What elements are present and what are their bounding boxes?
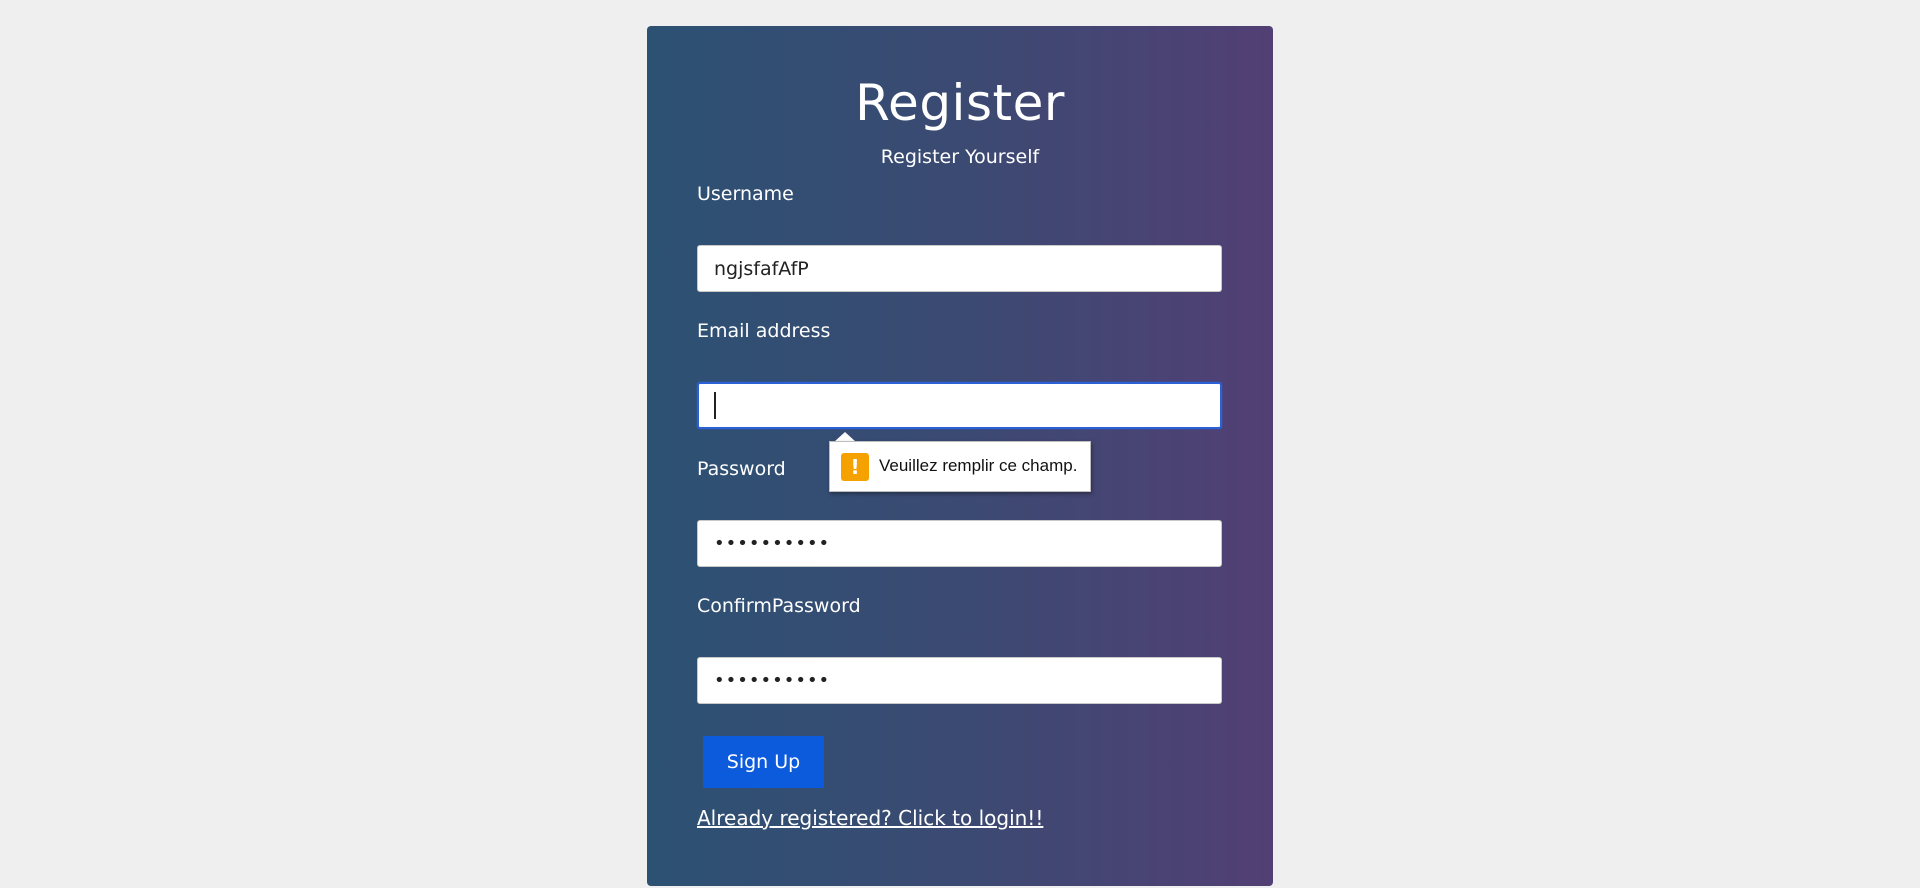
- email-input[interactable]: [697, 382, 1222, 429]
- validation-tooltip: ! Veuillez remplir ce champ.: [829, 441, 1091, 492]
- password-input[interactable]: [697, 520, 1222, 567]
- username-label: Username: [697, 183, 794, 205]
- page-subtitle: Register Yourself: [880, 146, 1040, 168]
- password-label: Password: [697, 458, 786, 480]
- login-link[interactable]: Already registered? Click to login!!: [697, 806, 1043, 830]
- sign-up-button[interactable]: Sign Up: [703, 736, 824, 788]
- username-input[interactable]: [697, 245, 1222, 292]
- validation-message: Veuillez remplir ce champ.: [879, 456, 1078, 475]
- warning-icon: !: [841, 453, 869, 481]
- confirm-password-label: ConfirmPassword: [697, 595, 861, 617]
- page-title: Register: [855, 74, 1065, 132]
- confirm-password-input[interactable]: [697, 657, 1222, 704]
- email-label: Email address: [697, 320, 831, 342]
- text-caret: [714, 392, 716, 419]
